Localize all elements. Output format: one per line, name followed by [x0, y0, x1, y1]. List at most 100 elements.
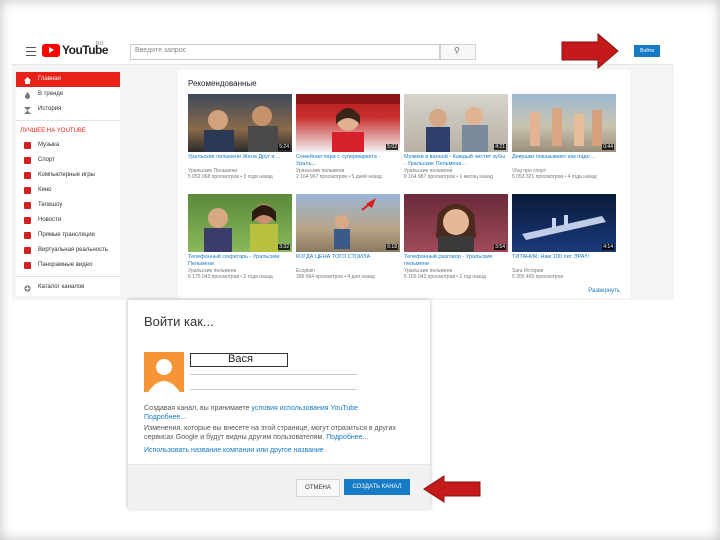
sidebar-item-label: История	[38, 106, 62, 112]
flame-icon	[24, 91, 31, 99]
video-thumbnail[interactable]: 3:54	[404, 194, 508, 252]
sidebar-item-home[interactable]: Главная	[16, 72, 120, 87]
create-channel-dialog: Войти как... Вася Создавая канал, вы при…	[128, 300, 430, 509]
divider	[16, 276, 120, 277]
first-name-value: Вася	[228, 353, 253, 365]
search-placeholder: Введите запрос	[135, 47, 187, 54]
video-card[interactable]: 4:21 Мужики в ванной - Каждый чистит зуб…	[404, 94, 508, 180]
video-card[interactable]: 4:14 ТИТАНИК: Нам 100 лет ЭРА!!! Sara Ис…	[512, 194, 616, 280]
privacy-text: Изменения, которые вы внесете на этой ст…	[144, 424, 414, 442]
video-duration: 3:32	[278, 244, 290, 250]
vr-channel-icon	[24, 247, 31, 254]
gaming-channel-icon	[24, 172, 31, 179]
video-thumbnail[interactable]: 0:44	[512, 94, 616, 152]
search-button[interactable]: ⚲	[440, 44, 476, 60]
video-meta: 8 175 043 просмотров • 2 года назад	[188, 274, 273, 280]
business-name-link[interactable]: Использовать название компании или друго…	[144, 447, 324, 454]
hourglass-icon	[24, 106, 31, 114]
video-card[interactable]: 3:54 Телефонный разговор - Уральские пел…	[404, 194, 508, 280]
video-card[interactable]: 5:24 Уральские пельмени Жена Друг и ... …	[188, 94, 292, 180]
sport-channel-icon	[24, 157, 31, 164]
sidebar-item-music[interactable]: Музыка	[16, 138, 120, 153]
search-input[interactable]: Введите запрос	[130, 44, 440, 60]
menu-icon[interactable]	[26, 47, 36, 56]
sidebar-item-360[interactable]: Панорамные видео	[16, 258, 120, 273]
expand-link[interactable]: Развернуть	[588, 288, 620, 294]
video-title[interactable]: Девушки показывают как надо ...	[512, 154, 616, 168]
sidebar-item-label: Главная	[38, 76, 61, 82]
video-title[interactable]: КОГДА ЦЕНА ТОГО СТОИЛА	[296, 254, 400, 268]
sidebar-item-sport[interactable]: Спорт	[16, 153, 120, 168]
video-card[interactable]: 6:18 КОГДА ЦЕНА ТОГО СТОИЛА Ecsplain 395…	[296, 194, 400, 280]
sidebar-item-live[interactable]: Прямые трансляции	[16, 228, 120, 243]
video-thumbnail[interactable]: 3:32	[188, 194, 292, 252]
terms-text: Создавая канал, вы принимаете условия ис…	[144, 404, 414, 413]
privacy-link[interactable]: Подробнее...	[326, 434, 368, 441]
live-channel-icon	[24, 232, 31, 239]
thumbnail-image	[522, 215, 606, 240]
video-card[interactable]: 5:02 Семейная пара с супермаркета - Урал…	[296, 94, 400, 180]
video-title[interactable]: ТИТАНИК: Нам 100 лет ЭРА!!!	[512, 254, 616, 268]
divider	[16, 120, 120, 121]
more-info-link[interactable]: Подробнее...	[144, 414, 186, 421]
video-title[interactable]: Мужики в ванной - Каждый чистит зубы - У…	[404, 154, 508, 168]
sidebar-item-label: Музыка	[38, 142, 60, 148]
last-name-field[interactable]	[190, 374, 357, 375]
sidebar-item-label: Спорт	[38, 157, 55, 163]
video-thumbnail[interactable]: 6:18	[296, 194, 400, 252]
video-card[interactable]: 3:32 Телефонный секретарь - Уральские Пе…	[188, 194, 292, 280]
music-channel-icon	[24, 142, 31, 149]
video-meta: 5 355 400 просмотров	[512, 274, 564, 280]
sidebar-item-gaming[interactable]: Компьютерные игры	[16, 168, 120, 183]
cancel-button[interactable]: ОТМЕНА	[296, 479, 340, 497]
user-silhouette-icon	[148, 359, 180, 392]
sidebar-item-trending[interactable]: В тренде	[16, 87, 120, 102]
tv-channel-icon	[24, 202, 31, 209]
thumbnail-image	[530, 108, 602, 146]
video-card[interactable]: 0:44 Девушки показывают как надо ... Vlo…	[512, 94, 616, 180]
video-title[interactable]: Телефонный секретарь - Уральские Пельмен…	[188, 254, 292, 268]
video-duration: 6:18	[386, 244, 398, 250]
sidebar-item-label: Новости	[38, 217, 62, 223]
video-title[interactable]: Телефонный разговор - Уральские пельмени	[404, 254, 508, 268]
sidebar-item-vr[interactable]: Виртуальная реальность	[16, 243, 120, 258]
video-title[interactable]: Уральские пельмени Жена Друг и ...	[188, 154, 292, 168]
video-duration: 5:02	[386, 144, 398, 150]
sidebar-item-label: Панорамные видео	[38, 262, 93, 268]
create-channel-button[interactable]: СОЗДАТЬ КАНАЛ	[344, 479, 410, 495]
video-meta: 8 164 987 просмотров • 1 месяц назад	[404, 174, 493, 180]
video-duration: 0:44	[602, 144, 614, 150]
first-name-field[interactable]: Вася	[190, 353, 288, 367]
sidebar-item-browse-channels[interactable]: Каталог каналов	[16, 280, 120, 295]
sidebar-item-news[interactable]: Новости	[16, 213, 120, 228]
youtube-logo-icon[interactable]	[42, 44, 60, 57]
avatar	[144, 352, 184, 392]
business-name-option: Использовать название компании или друго…	[144, 446, 414, 455]
video-thumbnail[interactable]: 5:24	[188, 94, 292, 152]
video-meta: 5 053 321 просмотров • 4 года назад	[512, 174, 597, 180]
video-title[interactable]: Семейная пара с супермаркета - Ураль...	[296, 154, 400, 168]
sidebar-item-history[interactable]: История	[16, 102, 120, 117]
recommended-section: Рекомендованные 5:24 Уральские пельмени …	[178, 70, 630, 298]
video-meta: 2 164 967 просмотров • 5 дней назад	[296, 174, 382, 180]
sidebar-item-tvshows[interactable]: Телешоу	[16, 198, 120, 213]
sidebar-item-label: Каталог каналов	[38, 284, 85, 290]
video-thumbnail[interactable]: 4:21	[404, 94, 508, 152]
video-duration: 5:24	[278, 144, 290, 150]
pointer-arrow-icon	[423, 475, 481, 503]
sidebar-item-movies[interactable]: Кино	[16, 183, 120, 198]
thumbnail-image	[296, 94, 400, 152]
section-title: Рекомендованные	[188, 79, 257, 88]
video-duration: 4:14	[602, 244, 614, 250]
sidebar-item-label: В тренде	[38, 91, 64, 97]
terms-link[interactable]: условия использования YouTube	[251, 405, 358, 412]
extra-field[interactable]	[190, 389, 357, 390]
thumbnail-image	[204, 204, 278, 252]
panorama-channel-icon	[24, 262, 31, 269]
video-thumbnail[interactable]: 4:14	[512, 194, 616, 252]
thumbnail-image	[436, 204, 476, 252]
logo-region: RU	[96, 41, 104, 47]
home-icon	[24, 76, 31, 84]
signin-button[interactable]: Войти	[634, 45, 660, 57]
video-thumbnail[interactable]: 5:02	[296, 94, 400, 152]
